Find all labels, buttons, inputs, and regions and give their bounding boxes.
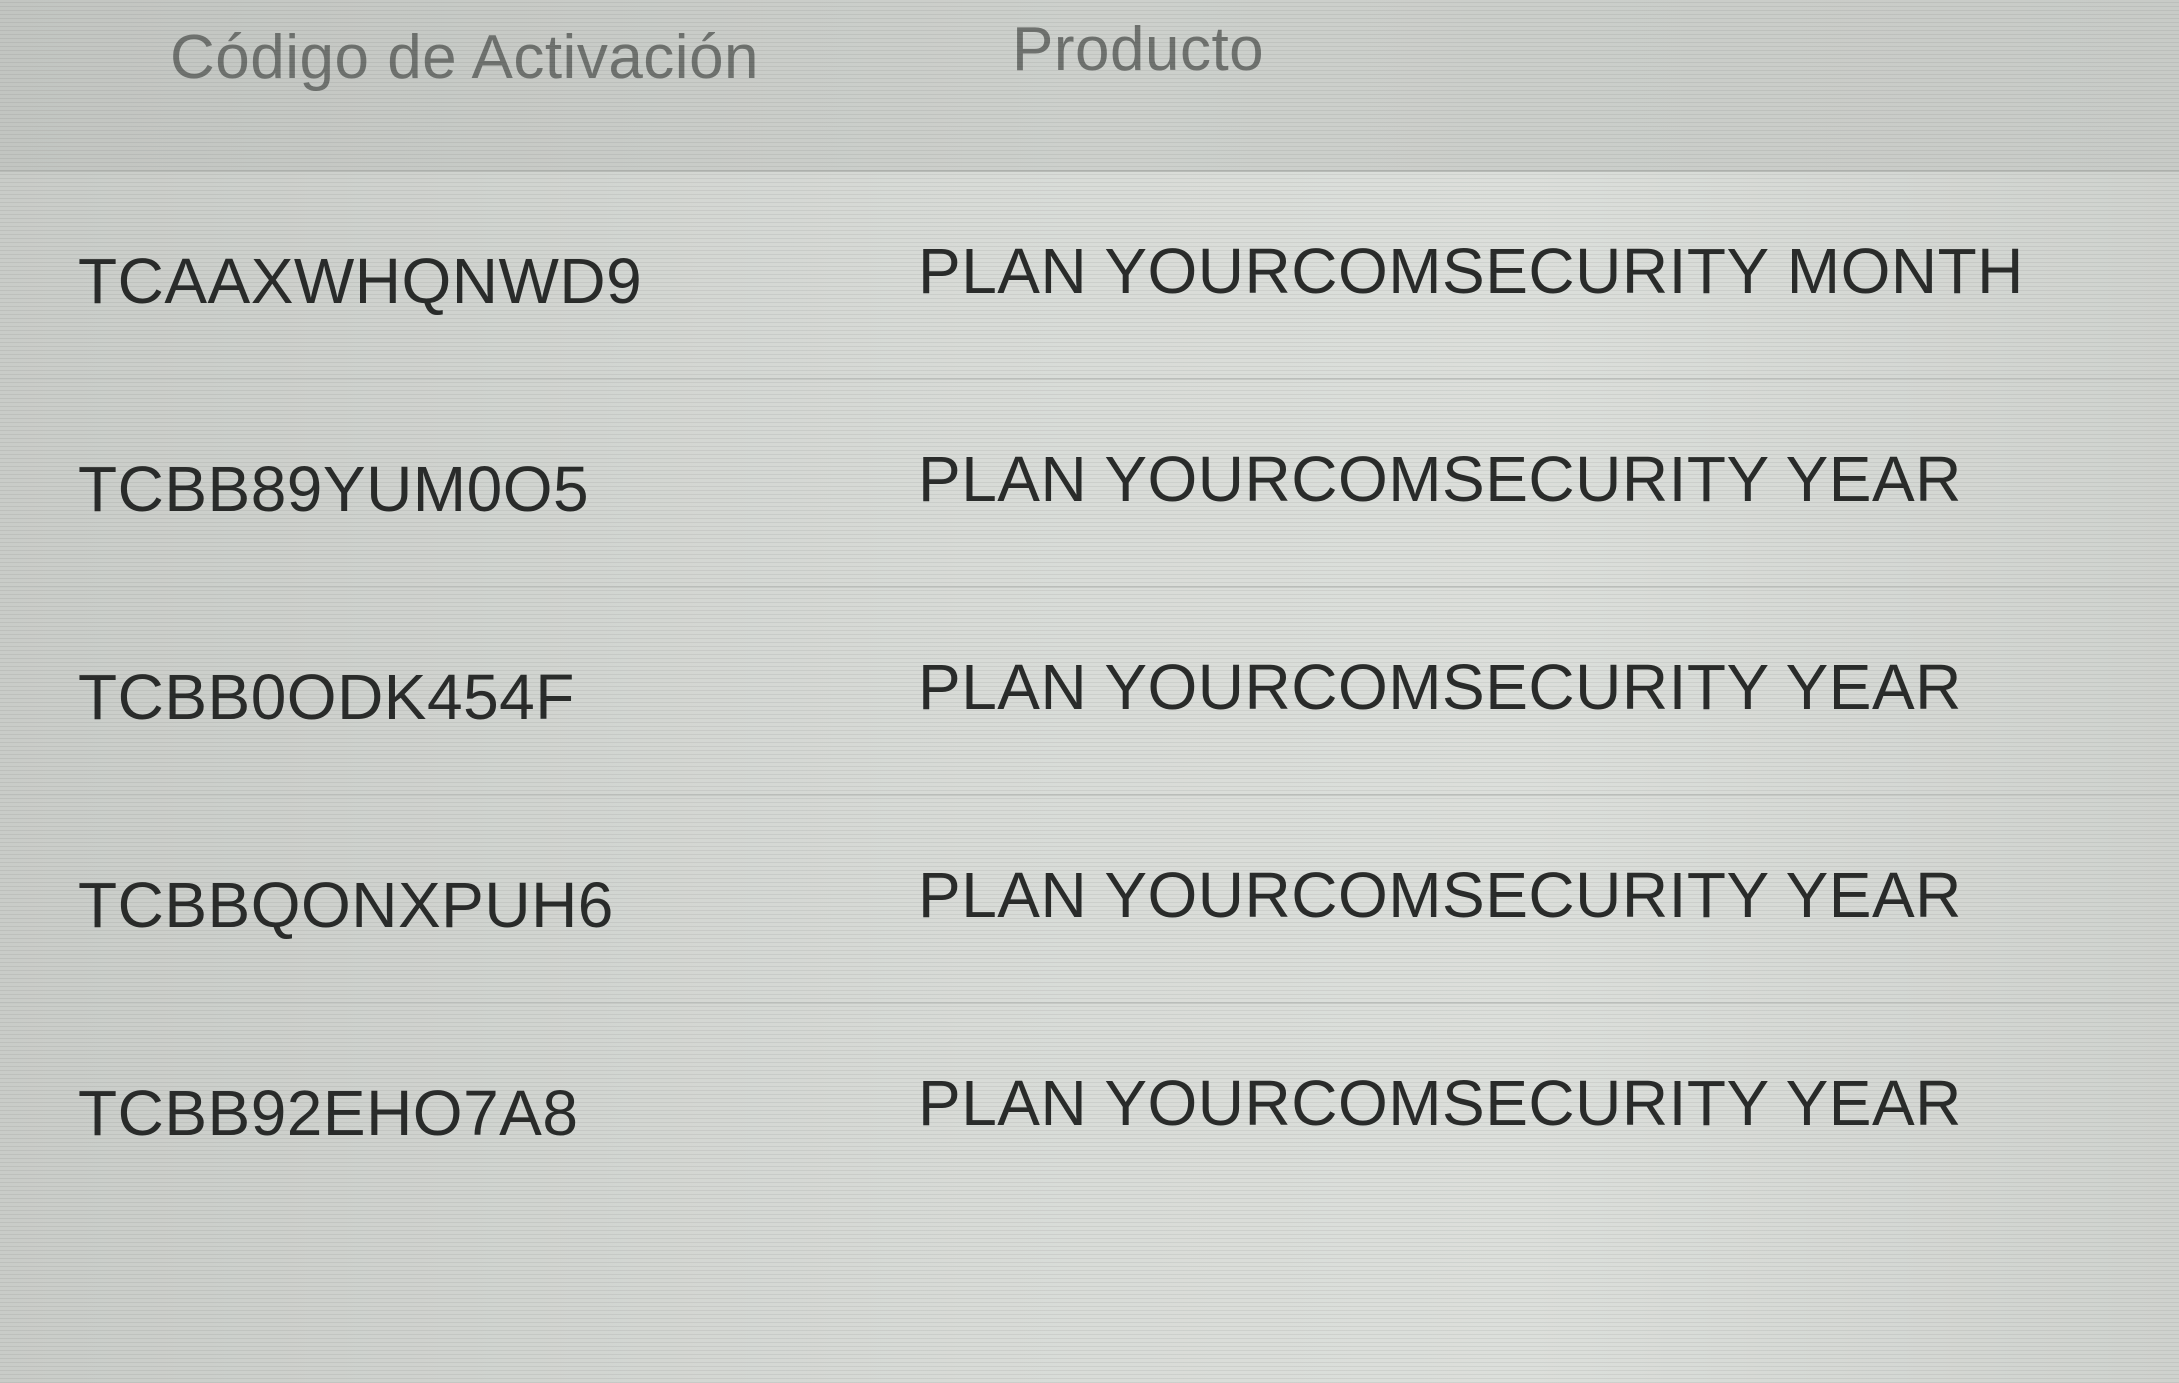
- table-row[interactable]: TCBBQONXPUH6 PLAN YOURCOMSECURITY YEAR: [0, 796, 2179, 1004]
- activation-code-cell: TCBBQONXPUH6: [78, 869, 614, 941]
- product-cell: PLAN YOURCOMSECURITY MONTH: [918, 235, 2024, 307]
- table-row[interactable]: TCAAXWHQNWD9 PLAN YOURCOMSECURITY MONTH: [0, 172, 2179, 380]
- activation-code-cell: TCAAXWHQNWD9: [78, 245, 643, 317]
- activation-code-cell: TCBB0ODK454F: [78, 661, 575, 733]
- activation-code-cell: TCBB89YUM0O5: [78, 453, 590, 525]
- table-row[interactable]: TCBB92EHO7A8 PLAN YOURCOMSECURITY YEAR: [0, 1004, 2179, 1210]
- product-cell: PLAN YOURCOMSECURITY YEAR: [918, 651, 1962, 723]
- product-cell: PLAN YOURCOMSECURITY YEAR: [918, 443, 1962, 515]
- activation-codes-table: Código de Activación Producto TCAAXWHQNW…: [0, 0, 2179, 1383]
- table-header-row: Código de Activación Producto: [0, 0, 2179, 172]
- column-header-activation-code[interactable]: Código de Activación: [170, 22, 759, 93]
- table-row[interactable]: TCBB89YUM0O5 PLAN YOURCOMSECURITY YEAR: [0, 380, 2179, 588]
- product-cell: PLAN YOURCOMSECURITY YEAR: [918, 859, 1962, 931]
- activation-code-cell: TCBB92EHO7A8: [78, 1077, 579, 1149]
- column-header-product[interactable]: Producto: [1012, 14, 1264, 85]
- product-cell: PLAN YOURCOMSECURITY YEAR: [918, 1067, 1962, 1139]
- table-row[interactable]: TCBB0ODK454F PLAN YOURCOMSECURITY YEAR: [0, 588, 2179, 796]
